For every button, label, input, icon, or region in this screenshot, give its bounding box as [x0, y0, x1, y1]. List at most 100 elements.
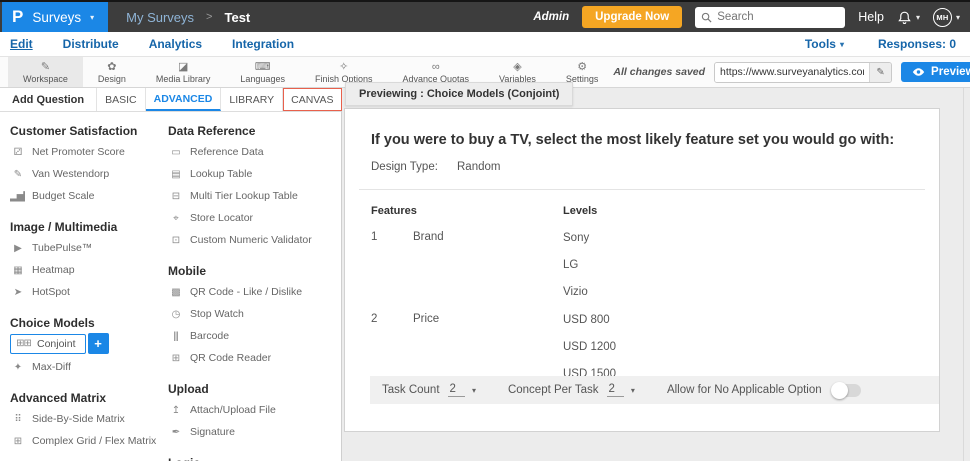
section-title: Advanced Matrix: [10, 391, 107, 405]
qtype-net-promoter-score[interactable]: ⚂ Net Promoter Score: [10, 141, 162, 163]
chevron-down-icon: ▾: [90, 12, 95, 22]
qtype-max-diff[interactable]: ✦ Max-Diff: [10, 356, 162, 378]
qtype-tubepulse[interactable]: ▶ TubePulse™: [10, 237, 162, 259]
nav-links: Edit Distribute Analytics Integration: [10, 37, 294, 51]
responses-count-link[interactable]: Responses: 0: [878, 37, 956, 51]
breadcrumb-separator: >: [206, 11, 213, 23]
qtype-label: QR Code Reader: [190, 352, 272, 364]
qtype-complex-grid[interactable]: ⊞ Complex Grid / Flex Matrix: [10, 430, 162, 452]
bar-scale-icon: ▂▅▇: [10, 190, 25, 202]
design-type-label: Design Type:: [371, 161, 438, 173]
section-image-multimedia: Image / Multimedia ▶ TubePulse™ ▦ Heatmap …: [10, 220, 162, 303]
task-count-value: 2: [447, 383, 465, 397]
notifications-button[interactable]: ▾: [897, 10, 920, 25]
nav-tab-edit[interactable]: Edit: [10, 37, 33, 51]
qtype-heatmap[interactable]: ▦ Heatmap: [10, 259, 162, 281]
admin-label[interactable]: Admin: [533, 11, 569, 23]
section-title: Upload: [168, 382, 209, 396]
previewing-label: Previewing : Choice Models (Conjoint): [345, 82, 574, 106]
save-status: All changes saved: [613, 66, 706, 78]
qtype-label: Custom Numeric Validator: [190, 234, 312, 246]
qtype-van-westendorp[interactable]: ✎ Van Westendorp: [10, 163, 162, 185]
tab-canvas[interactable]: CANVAS: [283, 88, 343, 111]
toolbar-item-workspace[interactable]: ✎ Workspace: [8, 57, 83, 87]
qtype-label: Barcode: [190, 330, 230, 342]
qtype-stop-watch[interactable]: ◷ Stop Watch: [168, 303, 341, 325]
concept-per-task-label: Concept Per Task: [507, 384, 599, 396]
qtype-label: Signature: [190, 426, 235, 438]
qtype-barcode[interactable]: ||| Barcode: [168, 325, 341, 347]
breadcrumb-my-surveys[interactable]: My Surveys: [126, 10, 194, 25]
scrollbar-track[interactable]: [963, 88, 964, 461]
qr-code-icon: ▩: [171, 286, 180, 298]
section-title: Logic: [168, 456, 341, 461]
tools-menu[interactable]: Tools ▾: [805, 37, 844, 51]
eye-icon: [912, 68, 925, 76]
upgrade-now-button[interactable]: Upgrade Now: [582, 6, 683, 28]
tab-advanced[interactable]: ADVANCED: [145, 88, 222, 111]
tab-library[interactable]: LIBRARY: [221, 88, 284, 111]
design-palette-icon: ✿: [107, 60, 117, 73]
feature-row-price: 2 Price USD 800 USD 1200 USD 1500: [371, 313, 911, 381]
qtype-label: Side-By-Side Matrix: [32, 413, 125, 425]
qtype-hotspot[interactable]: ➤ HotSpot: [10, 281, 162, 303]
nav-tab-analytics[interactable]: Analytics: [149, 37, 202, 51]
add-question-panel: Add Question BASIC ADVANCED LIBRARY CANV…: [0, 88, 358, 461]
breadcrumb: My Surveys > Test: [126, 10, 250, 25]
toolbar-item-design[interactable]: ✿ Design: [83, 57, 141, 87]
heatmap-grid-icon: ▦: [13, 264, 22, 276]
product-switcher[interactable]: P Surveys ▾: [2, 2, 109, 32]
qtype-conjoint[interactable]: ⊞⊞ Conjoint: [10, 333, 86, 354]
toolbar-item-languages[interactable]: ⌨ Languages: [225, 57, 300, 87]
help-link[interactable]: Help: [858, 10, 884, 24]
search-icon: [702, 12, 712, 23]
qtype-qr-code-reader[interactable]: ⊞ QR Code Reader: [168, 347, 341, 369]
toolbar-label: Languages: [240, 73, 285, 84]
task-count-dropdown[interactable]: 2 ▾: [447, 383, 476, 397]
qtype-side-by-side-matrix[interactable]: ⠿ Side-By-Side Matrix: [10, 408, 162, 430]
concept-per-task-dropdown[interactable]: 2 ▾: [606, 383, 635, 397]
level-value: Vizio: [563, 286, 588, 298]
qtype-lookup-table[interactable]: ▤ Lookup Table: [168, 163, 341, 185]
question-type-list: Customer Satisfaction ⚂ Net Promoter Scor…: [0, 112, 341, 461]
tag-icon: ◈: [513, 60, 522, 73]
qtype-reference-data[interactable]: ▭ Reference Data: [168, 141, 341, 163]
account-menu[interactable]: MH ▾: [932, 7, 960, 27]
qtype-qr-code-like-dislike[interactable]: ▩ QR Code - Like / Dislike: [168, 281, 341, 303]
search-box[interactable]: [695, 6, 846, 28]
add-conjoint-button[interactable]: +: [87, 333, 109, 354]
search-input[interactable]: [717, 11, 840, 23]
toggle-knob: [830, 381, 848, 399]
feature-name: Price: [413, 313, 440, 325]
nav-right: Tools ▾ Responses: 0: [805, 37, 956, 51]
level-value: LG: [563, 259, 579, 271]
price-tag-icon: ✎: [13, 168, 22, 180]
survey-url-input[interactable]: [715, 62, 870, 82]
design-type-row: Design Type: Random: [345, 148, 939, 173]
qtype-signature[interactable]: ✒ Signature: [168, 421, 341, 443]
main-area: Add Question BASIC ADVANCED LIBRARY CANV…: [0, 82, 970, 461]
qtype-multi-tier-lookup-table[interactable]: ⊟ Multi Tier Lookup Table: [168, 185, 341, 207]
qtype-label: Stop Watch: [190, 308, 244, 320]
stopwatch-icon: ◷: [171, 308, 181, 320]
product-name: Surveys: [32, 9, 82, 25]
nav-tab-distribute[interactable]: Distribute: [63, 37, 119, 51]
toolbar-right: All changes saved ✎ Preview: [613, 57, 970, 87]
preview-button[interactable]: Preview: [901, 62, 970, 82]
qtype-label: Multi Tier Lookup Table: [190, 190, 298, 202]
add-question-title: Add Question: [0, 88, 98, 111]
tab-basic[interactable]: BASIC: [97, 88, 146, 111]
qtype-custom-numeric-validator[interactable]: ⊡ Custom Numeric Validator: [168, 229, 341, 251]
workspace-icon: ✎: [40, 60, 51, 73]
nav-tab-integration[interactable]: Integration: [232, 37, 294, 51]
media-library-icon: ◪: [177, 60, 189, 73]
qtype-store-locator[interactable]: ⌖ Store Locator: [168, 207, 341, 229]
qtype-budget-scale[interactable]: ▂▅▇ Budget Scale: [10, 185, 162, 207]
toolbar-item-media-library[interactable]: ◪ Media Library: [141, 57, 226, 87]
features-table: Features Levels 1 Brand Sony LG Vizio 2 …: [345, 205, 939, 381]
edit-url-button[interactable]: ✎: [869, 62, 892, 82]
topbar-actions: Admin Upgrade Now Help ▾ MH ▾: [533, 6, 970, 28]
qtype-attach-upload-file[interactable]: ↥ Attach/Upload File: [168, 399, 341, 421]
no-applicable-toggle[interactable]: [830, 381, 861, 399]
map-pin-icon: ⌖: [173, 212, 179, 224]
